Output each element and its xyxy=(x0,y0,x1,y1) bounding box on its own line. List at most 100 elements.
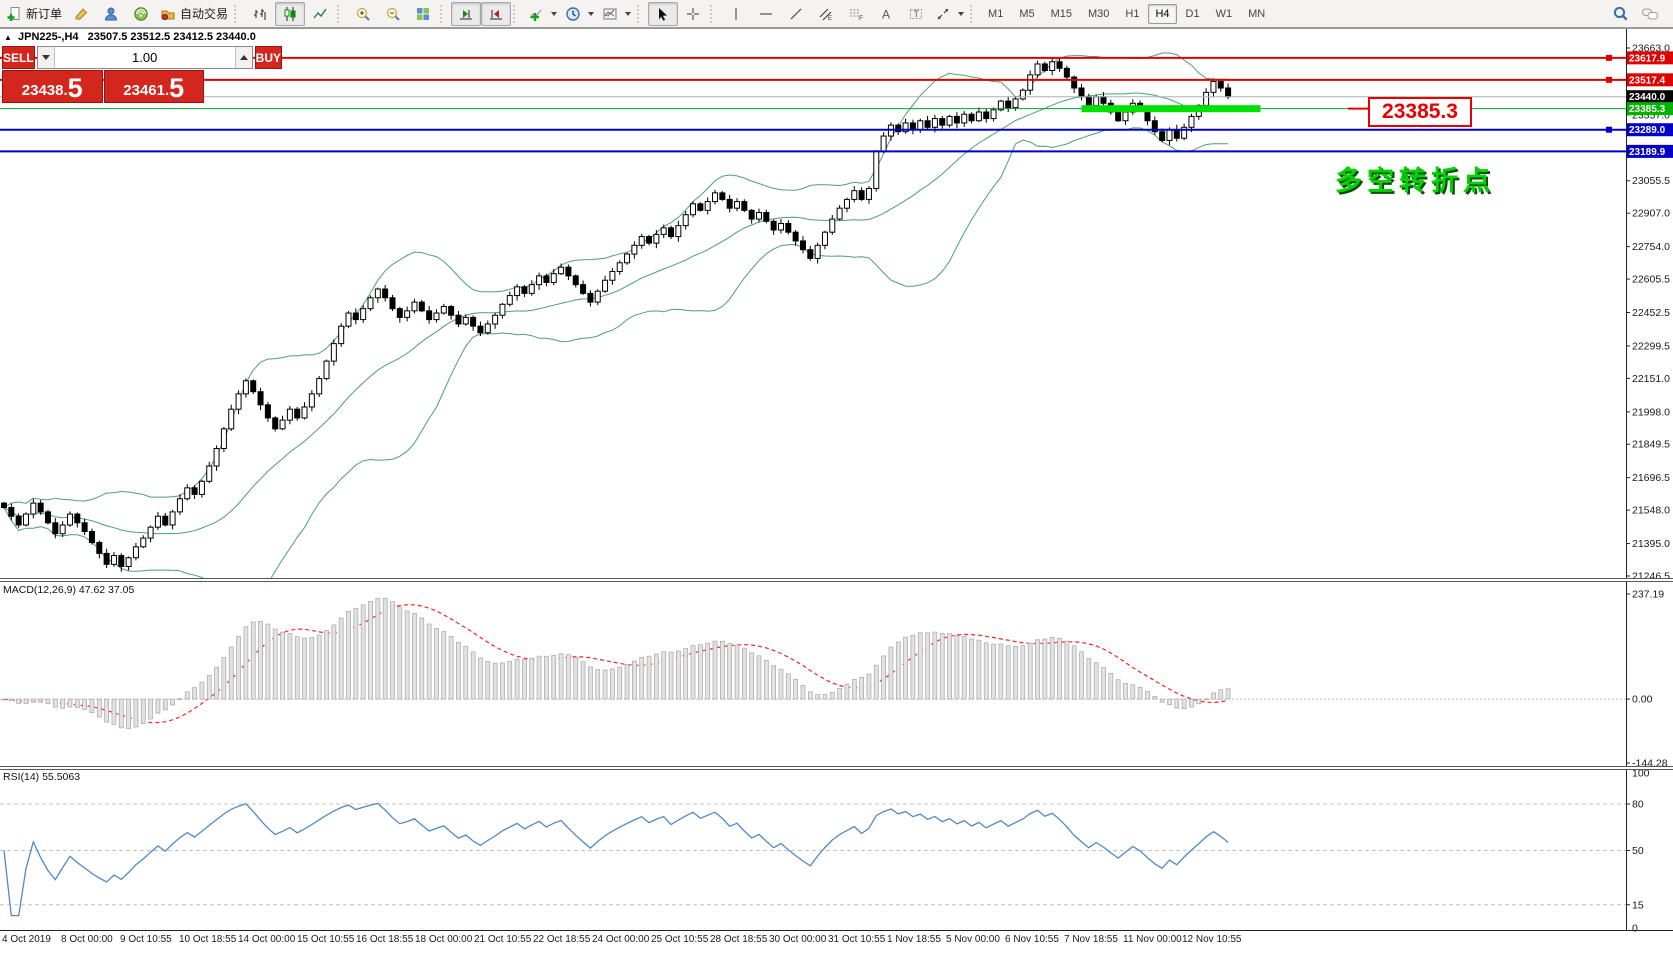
toolbar-grip[interactable] xyxy=(970,5,977,23)
toolbar-grip[interactable] xyxy=(637,5,644,23)
time-axis-label: 16 Oct 18:55 xyxy=(356,934,414,945)
zoom-in-button[interactable] xyxy=(348,2,378,26)
time-axis-label: 21 Oct 10:55 xyxy=(474,934,532,945)
text-label-button[interactable]: T xyxy=(901,2,931,26)
arrows-tool-button[interactable] xyxy=(931,2,968,26)
toolbar-grip[interactable] xyxy=(513,5,520,23)
chat-button[interactable] xyxy=(1635,2,1665,26)
horizontal-line-button[interactable] xyxy=(751,2,781,26)
price-tick-label: 22907.0 xyxy=(1632,208,1670,220)
price-tick-label: 21849.5 xyxy=(1632,439,1670,451)
tf-button-h4[interactable]: H4 xyxy=(1148,4,1176,24)
time-axis-label: 5 Nov 00:00 xyxy=(946,934,1000,945)
time-axis-label: 1 Nov 18:55 xyxy=(887,934,941,945)
time-axis[interactable]: 4 Oct 20198 Oct 00:009 Oct 10:5510 Oct 1… xyxy=(0,931,1673,946)
add-indicator-button[interactable] xyxy=(524,2,561,26)
tf-button-h1[interactable]: H1 xyxy=(1118,4,1146,24)
symbol-label: JPN225-,H4 xyxy=(18,31,79,43)
fibonacci-button[interactable]: F xyxy=(841,2,871,26)
price-tick-label: 23055.5 xyxy=(1632,175,1670,187)
zoom-out-button[interactable] xyxy=(378,2,408,26)
periods-button[interactable] xyxy=(561,2,598,26)
timeframe-group: M1M5M15M30H1H4D1W1MN xyxy=(981,4,1272,24)
channel-button[interactable]: E xyxy=(811,2,841,26)
time-axis-label: 9 Oct 10:55 xyxy=(120,934,172,945)
tf-button-w1[interactable]: W1 xyxy=(1209,4,1240,24)
chart-symbol-header: ▲ JPN225-,H4 23507.5 23512.5 23412.5 234… xyxy=(4,31,256,43)
styler-button[interactable] xyxy=(66,2,96,26)
price-tick-label: 21548.0 xyxy=(1632,505,1670,517)
chart-plot[interactable]: 23663.023357.023055.522907.022754.022605… xyxy=(0,0,1673,951)
svg-text:E: E xyxy=(828,16,832,22)
community-button[interactable] xyxy=(96,2,126,26)
text-button[interactable]: A xyxy=(871,2,901,26)
tile-windows-button[interactable] xyxy=(408,2,438,26)
rsi-line xyxy=(4,804,1228,916)
time-axis-label: 4 Oct 2019 xyxy=(2,934,51,945)
line-chart-icon xyxy=(312,6,328,22)
buy-button[interactable]: BUY xyxy=(255,46,282,69)
line-chart-button[interactable] xyxy=(305,2,335,26)
tf-button-m1[interactable]: M1 xyxy=(981,4,1010,24)
volume-input[interactable] xyxy=(55,47,235,68)
volume-increase-button[interactable] xyxy=(235,47,252,68)
tf-button-m30[interactable]: M30 xyxy=(1081,4,1116,24)
volume-stepper xyxy=(37,46,253,69)
autotrading-button[interactable]: 自动交易 xyxy=(156,2,232,26)
candlestick-chart-button[interactable] xyxy=(275,2,305,26)
tile-windows-icon xyxy=(415,6,431,22)
toolbar-grip[interactable] xyxy=(440,5,447,23)
price-tick-label: 21998.0 xyxy=(1632,406,1670,418)
template-icon xyxy=(602,6,618,22)
auto-scroll-button[interactable] xyxy=(451,2,481,26)
one-click-trading-panel: SELL BUY 23438.5 23461.5 xyxy=(2,46,204,103)
chart-shift-button[interactable] xyxy=(481,2,511,26)
candlestick-chart-icon xyxy=(282,6,298,22)
bar-chart-button[interactable] xyxy=(245,2,275,26)
autotrading-label: 自动交易 xyxy=(180,5,228,22)
toolbar-grip[interactable] xyxy=(234,5,241,23)
chart-shift-icon xyxy=(488,6,504,22)
rsi-level-label: 80 xyxy=(1632,799,1644,811)
buy-price-int: 23461 xyxy=(123,81,165,101)
chat-icon xyxy=(1641,6,1659,22)
tf-button-mn[interactable]: MN xyxy=(1241,4,1272,24)
sell-price-button[interactable]: 23438.5 xyxy=(2,70,103,103)
tf-button-m5[interactable]: M5 xyxy=(1012,4,1041,24)
rsi-label: RSI(14) 55.5063 xyxy=(3,771,80,783)
new-order-button[interactable]: 新订单 xyxy=(2,2,66,26)
pane-separator[interactable] xyxy=(0,766,1673,770)
vertical-line-icon xyxy=(728,6,744,22)
volume-decrease-button[interactable] xyxy=(38,47,55,68)
signal-globe-icon xyxy=(133,6,149,22)
tf-button-m15[interactable]: M15 xyxy=(1044,4,1079,24)
macd-label: MACD(12,26,9) 47.62 37.05 xyxy=(3,584,134,596)
templates-button[interactable] xyxy=(598,2,635,26)
search-button[interactable] xyxy=(1605,2,1635,26)
crosshair-button[interactable] xyxy=(678,2,708,26)
price-callout-box[interactable]: 23385.3 xyxy=(1368,97,1472,127)
time-axis-label: 18 Oct 00:00 xyxy=(415,934,473,945)
price-tick-label: 22151.0 xyxy=(1632,373,1670,385)
bollinger-bands xyxy=(4,53,1228,607)
toolbar-grip[interactable] xyxy=(710,5,717,23)
toolbar-grip[interactable] xyxy=(337,5,344,23)
autotrade-icon xyxy=(160,6,176,22)
sell-button[interactable]: SELL xyxy=(2,46,35,69)
zoom-in-icon xyxy=(355,6,371,22)
price-tick-label: 22754.0 xyxy=(1632,241,1670,253)
cursor-button[interactable] xyxy=(648,2,678,26)
highlight-segment xyxy=(1082,105,1261,112)
signals-button[interactable] xyxy=(126,2,156,26)
collapse-panel-icon[interactable]: ▲ xyxy=(4,33,12,42)
time-axis-label: 30 Oct 00:00 xyxy=(769,934,827,945)
trade-row-prices: 23438.5 23461.5 xyxy=(2,70,204,103)
ohlc-values: 23507.5 23512.5 23412.5 23440.0 xyxy=(88,31,256,43)
pane-separator[interactable] xyxy=(0,578,1673,582)
cursor-icon xyxy=(655,6,671,22)
buy-price-button[interactable]: 23461.5 xyxy=(104,70,205,103)
tf-button-d1[interactable]: D1 xyxy=(1179,4,1207,24)
vertical-line-button[interactable] xyxy=(721,2,751,26)
trendline-button[interactable] xyxy=(781,2,811,26)
chart-area: 23663.023357.023055.522907.022754.022605… xyxy=(0,0,1673,951)
